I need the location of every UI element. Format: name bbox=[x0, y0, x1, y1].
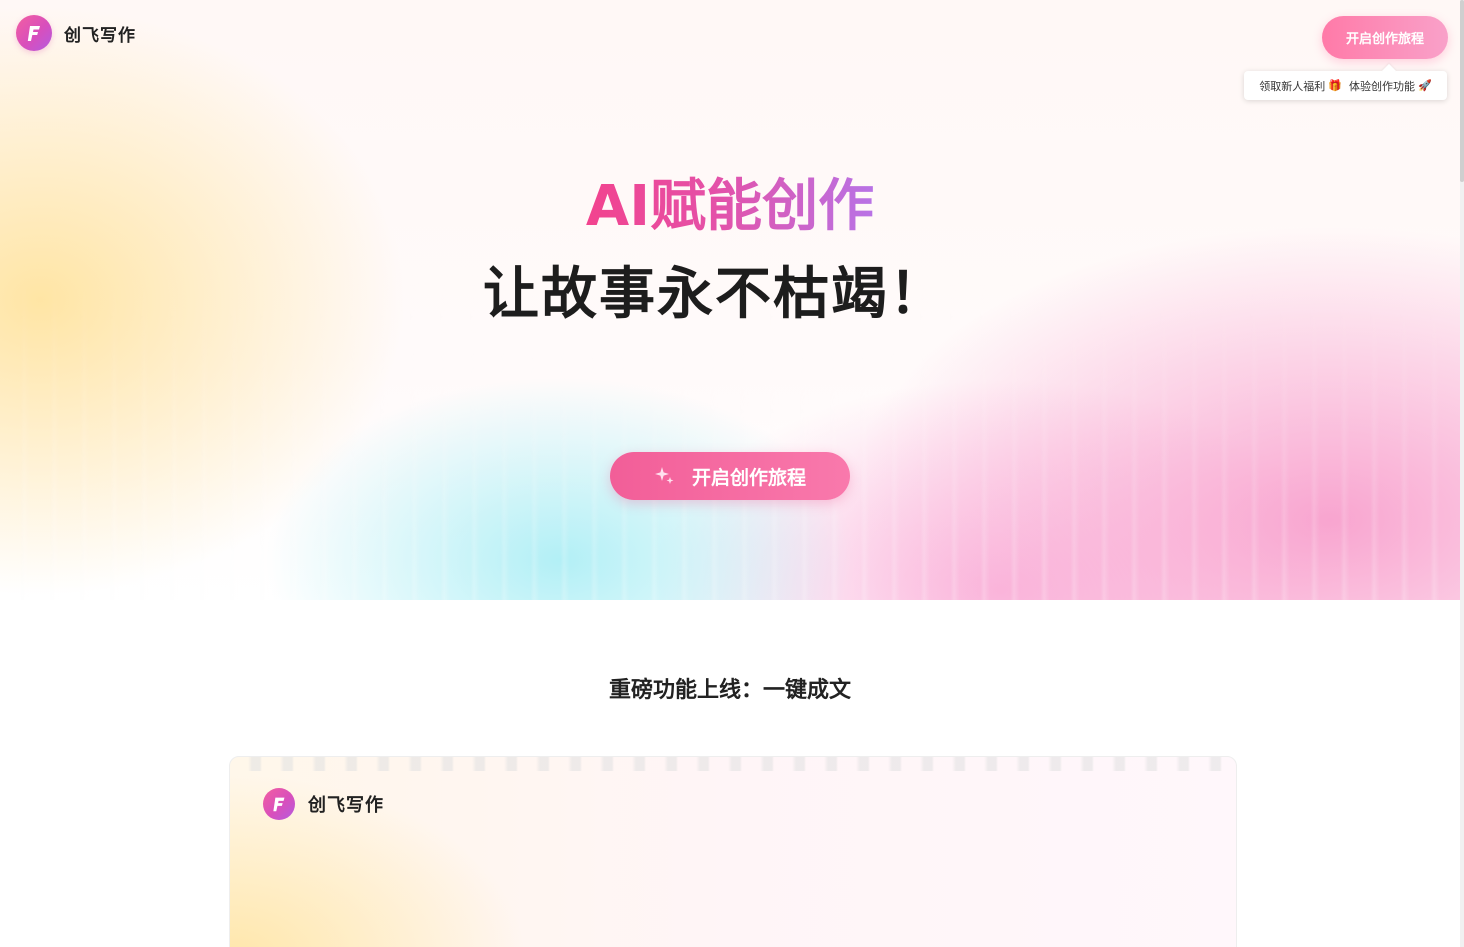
rocket-icon: 🚀 bbox=[1418, 79, 1432, 92]
hero-start-journey-button[interactable]: 开启创作旅程 bbox=[610, 452, 850, 500]
hero-cta-label: 开启创作旅程 bbox=[691, 466, 806, 489]
gift-icon: 🎁 bbox=[1328, 79, 1342, 92]
brand-logo-link[interactable]: 创飞写作 bbox=[16, 15, 136, 51]
feature-preview-card: 创飞写作 bbox=[229, 756, 1237, 947]
preview-logo-icon bbox=[263, 788, 295, 820]
header-start-journey-button[interactable]: 开启创作旅程 bbox=[1322, 16, 1448, 59]
page-scrollbar[interactable] bbox=[1460, 0, 1464, 947]
hero-headline-ai-text: AI赋能创作 bbox=[585, 174, 875, 239]
sparkle-icon bbox=[654, 465, 676, 487]
brand-name: 创飞写作 bbox=[64, 25, 136, 46]
promo-tooltip[interactable]: 领取新人福利 🎁 体验创作功能 🚀 bbox=[1244, 71, 1447, 100]
hero-headline-story: 让故事永不枯竭！ bbox=[483, 262, 947, 327]
scrollbar-thumb[interactable] bbox=[1460, 0, 1464, 182]
page: 创飞写作 开启创作旅程 领取新人福利 🎁 体验创作功能 🚀 AI赋能创作 让故事… bbox=[0, 0, 1464, 947]
preview-brand-name: 创飞写作 bbox=[308, 795, 384, 816]
promo-text-experience: 体验创作功能 bbox=[1349, 79, 1415, 93]
feature-section-title: 重磅功能上线：一键成文 bbox=[608, 678, 851, 703]
logo-icon bbox=[16, 15, 52, 51]
preview-stripes bbox=[230, 757, 1236, 771]
preview-brand: 创飞写作 bbox=[263, 788, 384, 820]
promo-text-welfare: 领取新人福利 bbox=[1259, 79, 1326, 93]
hero-headline-ai: AI赋能创作 bbox=[560, 172, 900, 244]
